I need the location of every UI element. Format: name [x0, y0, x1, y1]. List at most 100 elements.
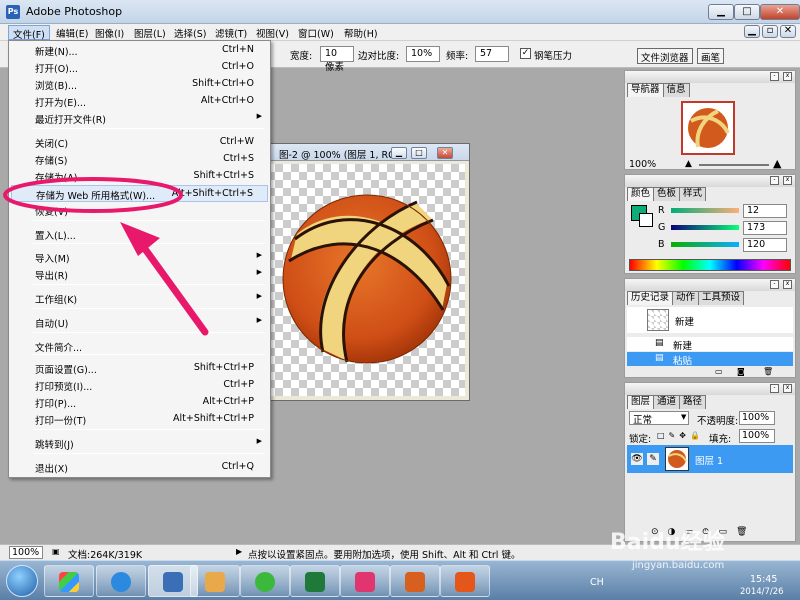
taskbar-excel[interactable]: [290, 565, 340, 597]
menu-edit[interactable]: 编辑(E): [52, 25, 92, 40]
zoom-in-icon[interactable]: ▲: [773, 157, 781, 170]
taskbar-app-green[interactable]: [240, 565, 290, 597]
file-menu-item[interactable]: 存储(S) Ctrl+S: [11, 151, 268, 168]
file-menu-item[interactable]: 自动(U) ▶: [11, 314, 268, 331]
brushes-tab[interactable]: 画笔: [697, 48, 725, 64]
navigator-thumbnail[interactable]: [681, 101, 735, 155]
brush-icon[interactable]: ✎: [647, 453, 659, 465]
menu-layer[interactable]: 图层(L): [130, 25, 170, 40]
file-menu-item[interactable]: 文件简介...: [11, 338, 268, 355]
chevron-down-icon[interactable]: ▼: [681, 413, 686, 421]
panel-minimize-button[interactable]: -: [770, 72, 779, 81]
file-menu-item[interactable]: 导入(M) ▶: [11, 249, 268, 266]
blue-value-field[interactable]: 120: [743, 238, 787, 252]
file-menu-item[interactable]: 页面设置(G)... Shift+Ctrl+P: [11, 360, 268, 377]
status-arrow-icon[interactable]: ▶: [236, 547, 242, 556]
fill-field[interactable]: 100%: [739, 429, 775, 443]
taskbar-app-presentation[interactable]: [390, 565, 440, 597]
menu-window[interactable]: 窗口(W): [294, 25, 338, 40]
taskbar-app-heart[interactable]: [340, 565, 390, 597]
panel-close-button[interactable]: x: [783, 72, 792, 81]
close-button[interactable]: ✕: [760, 4, 800, 20]
file-menu-item[interactable]: 存储为(A)... Shift+Ctrl+S: [11, 168, 268, 185]
background-color-swatch[interactable]: [639, 213, 653, 227]
file-menu-item[interactable]: 退出(X) Ctrl+Q: [11, 459, 268, 476]
tab-styles[interactable]: 样式: [679, 187, 707, 201]
file-menu-item[interactable]: 打开(O)... Ctrl+O: [11, 59, 268, 76]
doc-restore-button[interactable]: ▫: [762, 25, 778, 38]
zoom-out-icon[interactable]: ▲: [685, 159, 692, 169]
pen-pressure-checkbox[interactable]: ✓: [520, 48, 531, 59]
panel-minimize-button[interactable]: -: [770, 280, 779, 289]
taskbar-contacts[interactable]: [190, 565, 240, 597]
green-value-field[interactable]: 173: [743, 221, 787, 235]
file-menu-item[interactable]: 最近打开文件(R) ▶: [11, 110, 268, 127]
menu-filter[interactable]: 滤镜(T): [211, 25, 251, 40]
minimize-button[interactable]: ▁: [708, 4, 734, 20]
blend-mode-select[interactable]: 正常: [629, 411, 689, 426]
panel-close-button[interactable]: x: [783, 384, 792, 393]
navigator-zoom-value[interactable]: 100%: [629, 159, 656, 170]
start-button[interactable]: [6, 565, 38, 597]
file-menu-item[interactable]: 恢复(V): [11, 202, 268, 219]
tab-history[interactable]: 历史记录: [627, 291, 674, 305]
file-menu-item[interactable]: 打印一份(T) Alt+Shift+Ctrl+P: [11, 411, 268, 428]
tab-channels[interactable]: 通道: [653, 395, 681, 409]
tray-date[interactable]: 2014/7/26: [740, 587, 784, 597]
trash-icon[interactable]: 🗑: [763, 367, 773, 376]
new-document-icon[interactable]: ▭: [715, 367, 723, 376]
frequency-field[interactable]: 57: [475, 46, 509, 62]
menu-view[interactable]: 视图(V): [252, 25, 293, 40]
canvas[interactable]: [267, 164, 465, 396]
red-slider[interactable]: [671, 208, 739, 213]
panel-minimize-button[interactable]: -: [770, 176, 779, 185]
tab-paths[interactable]: 路径: [679, 395, 707, 409]
doc-window-minimize-button[interactable]: ▁: [391, 147, 407, 159]
menu-select[interactable]: 选择(S): [170, 25, 210, 40]
green-slider[interactable]: [671, 225, 739, 230]
tab-layers[interactable]: 图层: [627, 395, 655, 409]
edge-contrast-field[interactable]: 10%: [406, 46, 440, 62]
width-field[interactable]: 10 像素: [320, 46, 354, 73]
red-value-field[interactable]: 12: [743, 204, 787, 218]
panel-close-button[interactable]: x: [783, 176, 792, 185]
eye-icon[interactable]: 👁: [631, 453, 643, 465]
maximize-button[interactable]: □: [734, 4, 760, 20]
file-menu-item[interactable]: 打印(P)... Alt+Ctrl+P: [11, 394, 268, 411]
doc-minimize-button[interactable]: ▁: [744, 25, 760, 38]
history-item[interactable]: ▤ 新建: [627, 337, 793, 352]
file-menu-item[interactable]: 工作组(K) ▶: [11, 290, 268, 307]
snapshot-camera-icon[interactable]: ◙: [737, 367, 745, 376]
tab-swatches[interactable]: 色板: [653, 187, 681, 201]
tab-info[interactable]: 信息: [662, 83, 690, 97]
taskbar-ie[interactable]: [96, 565, 146, 597]
zoom-slider[interactable]: [699, 164, 769, 166]
file-menu-item[interactable]: 新建(N)... Ctrl+N: [11, 42, 268, 59]
color-spectrum-bar[interactable]: [629, 259, 791, 271]
doc-window-maximize-button[interactable]: □: [411, 147, 427, 159]
menu-image[interactable]: 图像(I): [91, 25, 128, 40]
opacity-field[interactable]: 100%: [739, 411, 775, 425]
blue-slider[interactable]: [671, 242, 739, 247]
file-menu-item[interactable]: 关闭(C) Ctrl+W: [11, 134, 268, 151]
menu-file[interactable]: 文件(F): [8, 25, 50, 41]
file-menu-item[interactable]: 打开为(E)... Alt+Ctrl+O: [11, 93, 268, 110]
file-menu-item[interactable]: 导出(R) ▶: [11, 266, 268, 283]
menu-help[interactable]: 帮助(H): [340, 25, 382, 40]
tab-tool-presets[interactable]: 工具预设: [698, 291, 745, 305]
layer-name[interactable]: 图层 1: [695, 453, 723, 467]
taskbar-app-1[interactable]: [44, 565, 94, 597]
status-zoom-field[interactable]: 100%: [9, 546, 43, 559]
history-snapshot-row[interactable]: 新建: [627, 307, 793, 333]
panel-close-button[interactable]: x: [783, 280, 792, 289]
tray-language[interactable]: CH: [590, 577, 604, 588]
lock-options-icons[interactable]: □✎✥🔒: [657, 431, 704, 440]
history-item-selected[interactable]: ▤ 粘贴: [627, 352, 793, 367]
layer-row-selected[interactable]: 👁 ✎ 图层 1: [627, 445, 793, 473]
tab-actions[interactable]: 动作: [672, 291, 700, 305]
file-menu-item[interactable]: 跳转到(J) ▶: [11, 435, 268, 452]
file-menu-item[interactable]: 置入(L)...: [11, 226, 268, 243]
file-menu-item[interactable]: 打印预览(I)... Ctrl+P: [11, 377, 268, 394]
doc-window-close-button[interactable]: ✕: [437, 147, 453, 159]
tab-color[interactable]: 颜色: [627, 187, 655, 201]
